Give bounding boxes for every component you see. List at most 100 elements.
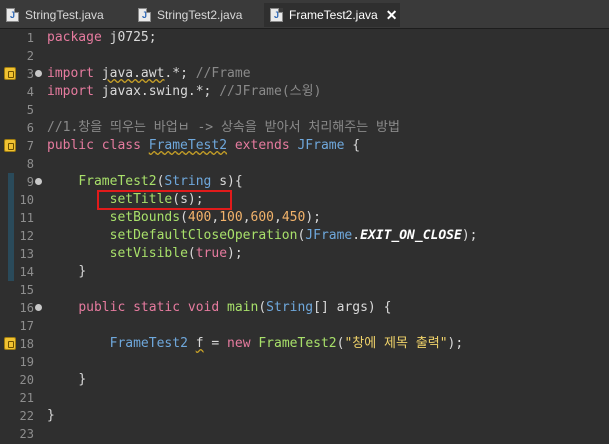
code-text: ); [305, 210, 321, 225]
code-line: 3 import java.awt.*; //Frame [0, 65, 609, 83]
code-line: 11 setBounds(400,100,600,450); [0, 209, 609, 227]
close-icon[interactable]: ✕ [386, 7, 398, 24]
line-number: 11 [19, 211, 34, 225]
code-line: 5 [0, 101, 609, 119]
line-number: 3 [26, 67, 34, 81]
code-line: 14 } [0, 263, 609, 281]
closing-brace: } [78, 264, 87, 279]
java-file-icon [6, 8, 19, 22]
fold-toggle-icon[interactable] [35, 178, 42, 185]
comment: //1.창을 띄우는 바업ㅂ -> 상속을 받아서 처리해주는 방법 [47, 120, 400, 135]
code-text: ); [461, 228, 478, 243]
line-number: 18 [19, 337, 34, 351]
comment: //Frame [195, 66, 251, 81]
code-line: 13 setVisible(true); [0, 245, 609, 263]
fold-toggle-icon[interactable] [35, 304, 42, 311]
constructor-call: FrameTest2 [258, 336, 337, 351]
line-number: 12 [19, 229, 34, 243]
number-literal: 100 [219, 210, 243, 225]
code-text: ( [180, 210, 188, 225]
line-number: 9 [26, 175, 34, 189]
code-line: 21 [0, 389, 609, 407]
code-text: , [242, 210, 251, 225]
type-name: FrameTest2 [109, 336, 188, 351]
line-number: 4 [26, 85, 34, 99]
line-number: 7 [26, 139, 34, 153]
editor-tab-bar: StringTest.java StringTest2.java FrameTe… [0, 0, 609, 29]
warning-icon[interactable] [4, 139, 16, 152]
line-number: 21 [19, 391, 34, 405]
tab-frametest2[interactable]: FrameTest2.java ✕ [264, 3, 400, 27]
code-line: 9 FrameTest2(String s){ [0, 173, 609, 191]
java-file-icon [270, 8, 283, 22]
closing-brace: } [47, 408, 55, 423]
import-package: javax.swing [101, 84, 188, 99]
line-number: 17 [19, 319, 34, 333]
code-text: .*; [164, 66, 196, 81]
java-file-icon [138, 8, 151, 22]
tab-stringtest2[interactable]: StringTest2.java [138, 3, 242, 27]
line-number: 8 [26, 157, 34, 171]
code-line: 2 [0, 47, 609, 65]
tab-label: StringTest.java [25, 8, 104, 22]
code-line: 4 import javax.swing.*; //JFrame(스윙) [0, 83, 609, 101]
import-package: java.awt [101, 66, 165, 81]
code-text: = [203, 336, 228, 351]
closing-brace: } [78, 372, 87, 387]
code-line: 17 [0, 317, 609, 335]
method-call: setTitle [109, 192, 173, 207]
warning-icon[interactable] [4, 67, 16, 80]
code-line: 15 [0, 281, 609, 299]
line-number: 19 [19, 355, 34, 369]
keyword: true [195, 246, 228, 261]
warning-icon[interactable] [4, 337, 16, 350]
code-line: 22 } [0, 407, 609, 425]
code-line: 12 setDefaultCloseOperation(JFrame.EXIT_… [0, 227, 609, 245]
code-line: 8 [0, 155, 609, 173]
type-name: JFrame [305, 228, 353, 243]
method-name: main [227, 300, 259, 315]
keyword: public static void [78, 300, 228, 315]
code-text: , [274, 210, 282, 225]
fold-toggle-icon[interactable] [35, 70, 42, 77]
code-editor[interactable]: 1 package j0725; 2 3 import java.awt.*; … [0, 29, 609, 444]
class-name: FrameTest2 [148, 138, 228, 153]
tab-label: StringTest2.java [157, 8, 243, 22]
code-text: ( [258, 300, 267, 315]
code-text: { [344, 138, 361, 153]
constructor-name: FrameTest2 [78, 174, 157, 189]
package-name: j0725; [101, 30, 157, 45]
line-number: 22 [19, 409, 34, 423]
number-literal: 400 [187, 210, 212, 225]
line-number: 16 [19, 301, 34, 315]
line-number: 23 [19, 427, 34, 441]
line-number: 13 [19, 247, 34, 261]
code-text: (s); [172, 192, 204, 207]
keyword: public class [47, 138, 149, 153]
line-number: 20 [19, 373, 34, 387]
line-number: 14 [19, 265, 34, 279]
number-literal: 450 [281, 210, 306, 225]
variable-name: f [195, 336, 204, 351]
code-text: .*; [187, 84, 220, 99]
number-literal: 600 [250, 210, 275, 225]
tab-stringtest[interactable]: StringTest.java [6, 3, 104, 27]
method-call: setBounds [109, 210, 181, 225]
string-literal: "창에 제목 출력" [344, 336, 448, 351]
code-text: s){ [211, 174, 243, 189]
code-text: ); [227, 246, 243, 261]
keyword: package [47, 30, 102, 45]
code-text: ( [187, 246, 196, 261]
line-number: 6 [26, 121, 34, 135]
code-line: 10 setTitle(s); [0, 191, 609, 209]
line-number: 2 [26, 49, 34, 63]
keyword: import [47, 66, 94, 81]
constant: EXIT_ON_CLOSE [360, 228, 462, 243]
code-text: [] args) { [313, 300, 392, 315]
line-number: 5 [26, 103, 34, 117]
code-line: 18 FrameTest2 f = new FrameTest2("창에 제목 … [0, 335, 609, 353]
keyword: new [227, 336, 251, 351]
tab-label: FrameTest2.java [289, 8, 378, 22]
comment: //JFrame(스윙) [219, 84, 322, 99]
